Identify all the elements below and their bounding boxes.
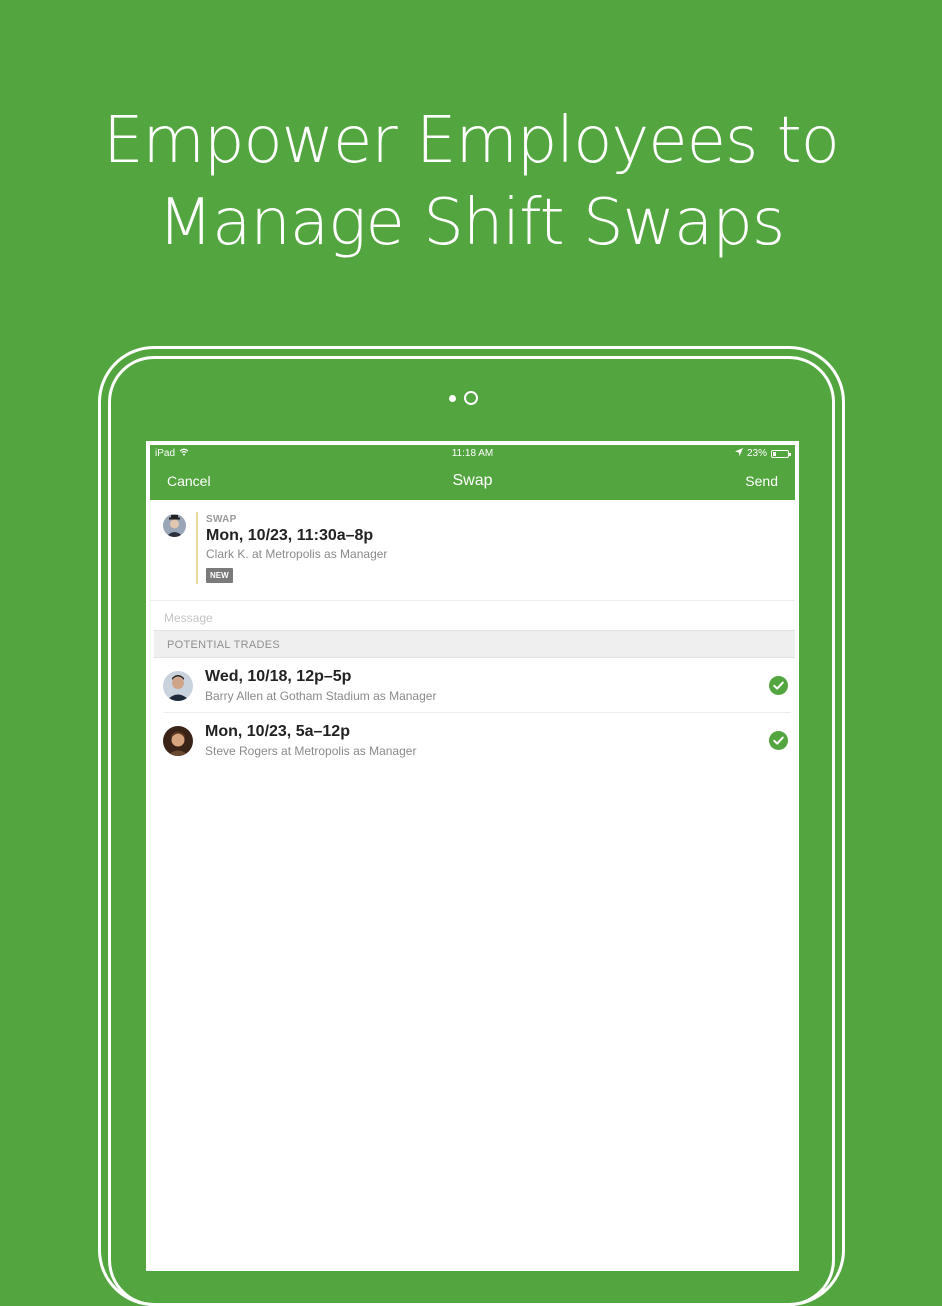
avatar — [163, 671, 193, 701]
swap-datetime: Mon, 10/23, 11:30a–8p — [206, 527, 374, 544]
swap-detail: Clark K. at Metropolis as Manager — [206, 547, 388, 561]
battery-icon — [771, 449, 791, 458]
headline-line-2: Manage Shift Swaps — [157, 186, 785, 260]
send-button[interactable]: Send — [745, 473, 778, 489]
camera-ring — [464, 391, 478, 405]
swap-label: SWAP — [206, 514, 237, 525]
marketing-headline: Empower Employees to Manage Shift Swaps — [0, 100, 942, 264]
nav-bar: Cancel Swap Send — [150, 463, 795, 500]
trade-detail: Barry Allen at Gotham Stadium as Manager — [205, 689, 437, 703]
app-screen: iPad 11:18 AM 23% Cancel Swap Send SWAP … — [146, 441, 799, 1271]
headline-line-1: Empower Employees to — [103, 104, 840, 178]
section-header-label: POTENTIAL TRADES — [167, 639, 280, 651]
status-time: 11:18 AM — [451, 448, 494, 459]
trade-datetime: Wed, 10/18, 12p–5p — [205, 668, 352, 685]
check-icon[interactable] — [769, 676, 788, 695]
message-input[interactable]: Message — [164, 611, 213, 625]
battery-percent: 23% — [746, 448, 767, 459]
camera-dot — [449, 395, 456, 402]
potential-trades-header: POTENTIAL TRADES — [154, 630, 795, 658]
trade-datetime: Mon, 10/23, 5a–12p — [205, 723, 350, 740]
avatar — [163, 726, 193, 756]
list-item[interactable]: Wed, 10/18, 12p–5p Barry Allen at Gotham… — [150, 658, 795, 713]
list-item[interactable]: Mon, 10/23, 5a–12p Steve Rogers at Metro… — [150, 713, 795, 768]
check-icon[interactable] — [769, 731, 788, 750]
swap-shift-card: SWAP Mon, 10/23, 11:30a–8p Clark K. at M… — [150, 500, 795, 601]
accent-bar — [196, 512, 198, 584]
avatar — [163, 514, 186, 537]
trade-detail: Steve Rogers at Metropolis as Manager — [205, 744, 417, 758]
new-badge: NEW — [206, 568, 233, 583]
nav-title: Swap — [452, 472, 493, 489]
status-bar: iPad 11:18 AM 23% — [150, 445, 795, 463]
location-arrow-icon — [734, 448, 743, 459]
